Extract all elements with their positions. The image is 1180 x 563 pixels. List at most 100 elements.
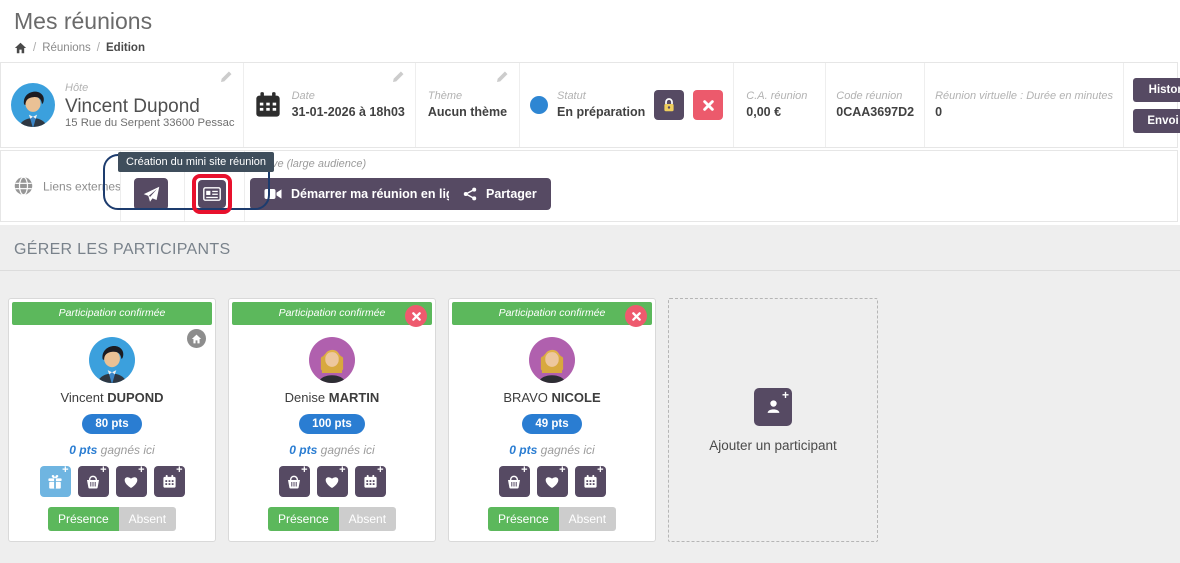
start-online-meeting-label: Démarrer ma réunion en ligne [291, 187, 468, 201]
video-camera-icon [264, 188, 282, 200]
mini-site-card-icon [203, 187, 221, 201]
virtual-cell: Réunion virtuelle : Durée en minutes 0 [924, 63, 1123, 147]
date-cell: Date 31-01-2026 à 18h03 [243, 63, 415, 147]
add-order-button[interactable]: + [78, 466, 109, 497]
status-dot [530, 96, 548, 114]
breadcrumb-current: Edition [106, 42, 145, 54]
presence-button[interactable]: Présence [488, 507, 559, 531]
remove-participant-button[interactable] [405, 305, 427, 327]
date-label: Date [292, 89, 405, 104]
participation-status-banner: Participation confirmée [232, 302, 432, 325]
participant-avatar [309, 337, 355, 383]
lock-meeting-button[interactable] [654, 90, 684, 120]
heart-plus-icon [123, 474, 139, 489]
participant-actions: + + + [12, 466, 212, 497]
participant-actions: + + + [232, 466, 432, 497]
code-value: 0CAA3697D2 [836, 104, 914, 122]
close-icon [412, 312, 421, 321]
send-invitations-button[interactable] [134, 178, 168, 210]
lock-icon [661, 97, 677, 113]
meeting-header: Hôte Vincent Dupond 15 Rue du Serpent 33… [0, 62, 1178, 148]
add-order-button[interactable]: + [499, 466, 530, 497]
participants-section: GÉRER LES PARTICIPANTS Participation con… [0, 225, 1180, 563]
add-order-button[interactable]: + [279, 466, 310, 497]
presence-button[interactable]: Présence [268, 507, 339, 531]
calendar-plus-icon [363, 474, 378, 489]
participant-cards: Participation confirmée Vincent DUPOND 8… [8, 298, 878, 542]
send-sms-button[interactable]: Envoi SMS [1133, 109, 1180, 133]
points-badge: 100 pts [299, 414, 365, 434]
participant-card: Participation confirmée Denise MARTI [228, 298, 436, 542]
code-label: Code réunion [836, 89, 914, 104]
points-badge: 49 pts [522, 414, 581, 434]
participant-card: Participation confirmée Vincent DUPOND 8… [8, 298, 216, 542]
status-value: En préparation [557, 104, 645, 122]
share-label: Partager [486, 187, 537, 201]
participant-avatar [89, 337, 135, 383]
absent-button[interactable]: Absent [339, 507, 396, 531]
calendar-plus-icon [162, 474, 177, 489]
host-label: Hôte [65, 81, 235, 96]
add-participant-button[interactable]: + [754, 388, 792, 426]
presence-button[interactable]: Présence [48, 507, 119, 531]
theme-cell: Thème Aucun thème [415, 63, 519, 147]
page-title: Mes réunions [14, 8, 152, 35]
calendar-icon [254, 91, 282, 119]
add-wishlist-button[interactable]: + [116, 466, 147, 497]
host-avatar [11, 83, 55, 127]
participant-name: Denise MARTIN [232, 390, 432, 405]
participation-status-banner: Participation confirmée [12, 302, 212, 325]
edit-date-pencil-icon[interactable] [392, 70, 405, 83]
delete-meeting-button[interactable] [693, 90, 723, 120]
basket-plus-icon [286, 474, 302, 490]
globe-icon [13, 176, 34, 197]
absent-button[interactable]: Absent [559, 507, 616, 531]
virtual-value: 0 [935, 104, 1113, 122]
presence-toggle: Présence Absent [12, 507, 212, 531]
participant-name: Vincent DUPOND [12, 390, 212, 405]
edit-theme-pencil-icon[interactable] [496, 70, 509, 83]
breadcrumb: / Réunions / Edition [14, 42, 145, 54]
code-cell: Code réunion 0CAA3697D2 [825, 63, 924, 147]
add-booking-button[interactable]: + [154, 466, 185, 497]
add-gift-button[interactable]: + [40, 466, 71, 497]
header-buttons-cell: Historique Envoi SMS [1123, 63, 1180, 147]
status-label: Statut [557, 89, 645, 104]
add-participant-card[interactable]: + Ajouter un participant [668, 298, 878, 542]
heart-plus-icon [544, 474, 560, 489]
add-wishlist-button[interactable]: + [317, 466, 348, 497]
person-plus-icon [765, 398, 782, 415]
remove-participant-button[interactable] [625, 305, 647, 327]
presence-toggle: Présence Absent [452, 507, 652, 531]
history-button[interactable]: Historique [1133, 78, 1180, 102]
share-icon [463, 187, 477, 201]
breadcrumb-reunions[interactable]: Réunions [42, 42, 91, 54]
mini-site-button[interactable] [198, 180, 226, 208]
absent-button[interactable]: Absent [119, 507, 176, 531]
add-booking-button[interactable]: + [575, 466, 606, 497]
share-button[interactable]: Partager [449, 178, 551, 210]
gift-plus-icon [47, 474, 63, 490]
participant-card: Participation confirmée BRAVO NICOLE [448, 298, 656, 542]
points-gained-text: 0 pts gagnés ici [12, 443, 212, 457]
truncated-caption: ve (large audience) [272, 158, 366, 170]
presence-toggle: Présence Absent [232, 507, 432, 531]
points-badge: 80 pts [82, 414, 141, 434]
basket-plus-icon [506, 474, 522, 490]
participant-name: BRAVO NICOLE [452, 390, 652, 405]
host-address: 15 Rue du Serpent 33600 Pessac [65, 117, 235, 129]
status-cell: Statut En préparation [519, 63, 733, 147]
host-cell: Hôte Vincent Dupond 15 Rue du Serpent 33… [1, 63, 243, 147]
add-participant-label: Ajouter un participant [709, 438, 837, 453]
add-booking-button[interactable]: + [355, 466, 386, 497]
revenue-label: C.A. réunion [746, 89, 813, 104]
add-wishlist-button[interactable]: + [537, 466, 568, 497]
points-gained-text: 0 pts gagnés ici [232, 443, 432, 457]
paper-plane-icon [143, 186, 160, 203]
edit-host-pencil-icon[interactable] [220, 70, 233, 83]
points-gained-text: 0 pts gagnés ici [452, 443, 652, 457]
calendar-plus-icon [583, 474, 598, 489]
host-name: Vincent Dupond [65, 96, 235, 118]
start-online-meeting-button[interactable]: Démarrer ma réunion en ligne [250, 178, 482, 210]
home-icon[interactable] [14, 42, 27, 54]
